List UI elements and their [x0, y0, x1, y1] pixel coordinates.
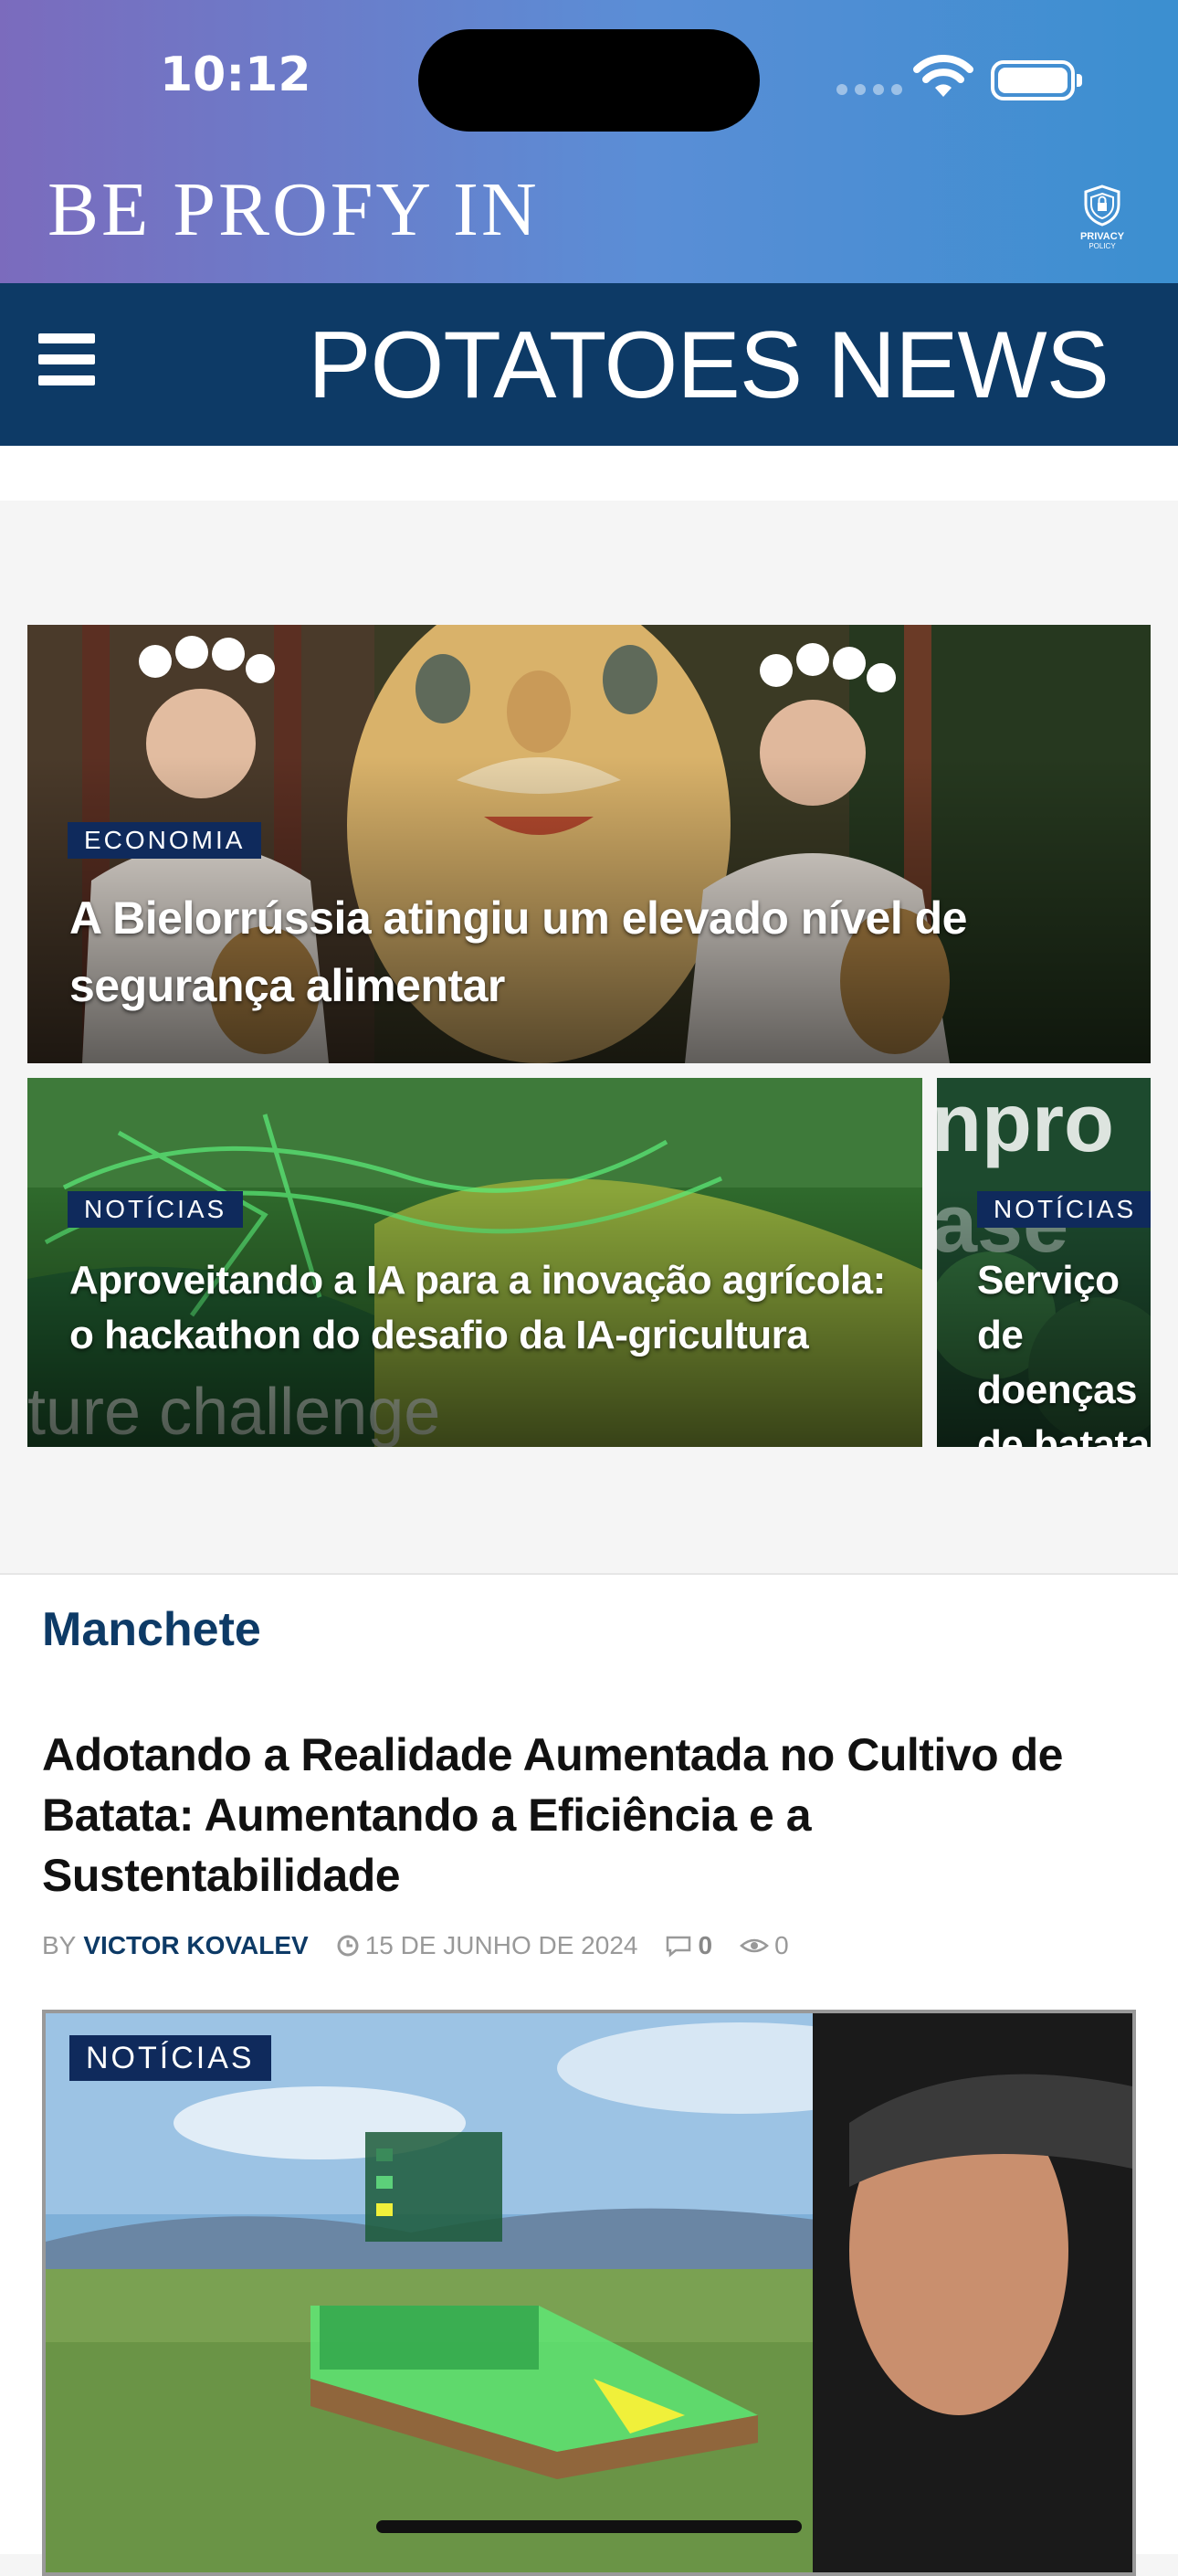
header-gradient: 10:12 BE PROFY IN PRIVACY POLICY	[0, 0, 1178, 283]
cellular-signal-icon	[836, 84, 902, 95]
article-meta: BY VICTOR KOVALEV 15 DE JUNHO DE 2024 0 …	[42, 1931, 789, 1960]
card-tag: ECONOMIA	[68, 822, 262, 859]
featured-card-3[interactable]: npro ase NOTÍCIAS Serviço de doenças de …	[937, 1078, 1151, 1447]
section-heading: Manchete	[42, 1603, 261, 1656]
privacy-label: PRIVACY	[1079, 231, 1125, 242]
article-date: 15 DE JUNHO DE 2024	[364, 1931, 638, 1959]
ar-farm-photo	[46, 2013, 1132, 2572]
card-title: Aproveitando a IA para a inovação agríco…	[69, 1258, 886, 1357]
card-tag: NOTÍCIAS	[68, 1191, 244, 1228]
nav-bar: POTATOES NEWS	[0, 283, 1178, 446]
nav-spacer	[0, 446, 1178, 501]
site-title: POTATOES NEWS	[308, 312, 1110, 418]
comment-icon	[667, 1936, 691, 1958]
view-count: 0	[774, 1931, 789, 1959]
hamburger-menu-icon[interactable]	[38, 333, 95, 394]
featured-card-2[interactable]: ture challenge NOTÍCIAS Aproveitando a I…	[27, 1078, 922, 1447]
dynamic-island	[418, 29, 760, 132]
home-indicator[interactable]	[376, 2520, 802, 2533]
card-title: Serviço de doenças de batata	[977, 1258, 1150, 1447]
shield-icon	[1084, 185, 1120, 227]
wifi-icon	[913, 55, 973, 97]
featured-card-1[interactable]: ECONOMIA A Bielorrússia atingiu um eleva…	[27, 625, 1151, 1063]
eye-icon	[740, 1938, 769, 1953]
article-headline[interactable]: Adotando a Realidade Aumentada no Cultiv…	[42, 1725, 1138, 1906]
card-tag: NOTÍCIAS	[977, 1191, 1151, 1228]
brand-title: BE PROFY IN	[47, 167, 540, 252]
headline-section: Manchete Adotando a Realidade Aumentada …	[0, 1573, 1178, 2576]
clock-icon	[337, 1935, 359, 1957]
article-hero-image[interactable]: NOTÍCIAS	[42, 2010, 1136, 2576]
by-label: BY	[42, 1931, 77, 1959]
comment-count[interactable]: 0	[698, 1931, 712, 1960]
battery-icon	[991, 60, 1082, 100]
policy-label: POLICY	[1089, 242, 1116, 250]
card-title: A Bielorrússia atingiu um elevado nível …	[69, 892, 967, 1011]
status-time: 10:12	[160, 48, 311, 102]
svg-text:npro: npro	[937, 1078, 1114, 1169]
author-link[interactable]: VICTOR KOVALEV	[83, 1931, 308, 1960]
privacy-policy-button[interactable]: PRIVACY POLICY	[1068, 185, 1136, 258]
hero-tag: NOTÍCIAS	[69, 2035, 271, 2081]
